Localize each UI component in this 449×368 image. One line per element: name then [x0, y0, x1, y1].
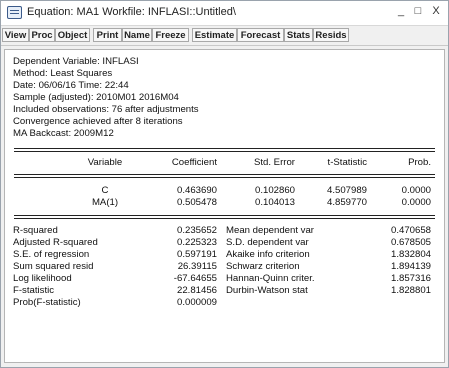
stat-label: Sum squared resid [13, 261, 94, 272]
table-rule-top-1 [14, 148, 435, 149]
stat-label: S.E. of regression [13, 249, 90, 260]
column-header-variable: Variable [87, 157, 123, 168]
method-line: Method: Least Squares [13, 68, 113, 79]
ma-backcast-line: MA Backcast: 2009M12 [13, 128, 114, 139]
observations-line: Included observations: 76 after adjustme… [13, 104, 199, 115]
maximize-icon[interactable]: □ [411, 5, 425, 17]
estimation-output[interactable]: Dependent Variable: INFLASI Method: Leas… [4, 49, 445, 363]
stat-label: Log likelihood [13, 273, 72, 284]
stat-label: R-squared [13, 225, 58, 236]
estimate-button[interactable]: Estimate [192, 28, 237, 42]
forecast-button[interactable]: Forecast [237, 28, 284, 42]
stat-value: 1.857316 [390, 273, 431, 284]
stat-value: 1.832804 [390, 249, 431, 260]
std-error-value: 0.102860 [254, 185, 295, 196]
stat-value: 1.894139 [390, 261, 431, 272]
dependent-variable-line: Dependent Variable: INFLASI [13, 56, 139, 67]
window-title: Equation: MA1 Workfile: INFLASI::Untitle… [27, 6, 236, 18]
title-bar[interactable]: Equation: MA1 Workfile: INFLASI::Untitle… [1, 1, 448, 26]
sample-line: Sample (adjusted): 2010M01 2016M04 [13, 92, 179, 103]
proc-button[interactable]: Proc [29, 28, 55, 42]
stat-label: Mean dependent var [226, 225, 315, 236]
table-rule-bottom-1 [14, 215, 435, 216]
column-header-coefficient: Coefficient [171, 157, 217, 168]
stat-value: 0.597191 [176, 249, 217, 260]
stat-value: 0.235652 [176, 225, 217, 236]
coefficient-value: 0.505478 [176, 197, 217, 208]
stats-button[interactable]: Stats [284, 28, 313, 42]
freeze-button[interactable]: Freeze [152, 28, 189, 42]
table-rule-top-2 [14, 151, 435, 152]
stat-value: 1.828801 [390, 285, 431, 296]
equation-window: Equation: MA1 Workfile: INFLASI::Untitle… [0, 0, 449, 368]
stat-label: Durbin-Watson stat [226, 285, 308, 296]
date-time-line: Date: 06/06/16 Time: 22:44 [13, 80, 129, 91]
print-button[interactable]: Print [93, 28, 122, 42]
column-header-prob: Prob. [408, 157, 431, 168]
prob-value: 0.0000 [401, 185, 431, 196]
convergence-line: Convergence achieved after 8 iterations [13, 116, 183, 127]
variable-name: C [101, 185, 109, 196]
object-button[interactable]: Object [55, 28, 90, 42]
stat-value: -67.64655 [173, 273, 217, 284]
name-button[interactable]: Name [122, 28, 152, 42]
column-header-std-error: Std. Error [253, 157, 295, 168]
column-header-t-statistic: t-Statistic [327, 157, 367, 168]
view-button[interactable]: View [2, 28, 29, 42]
resids-button[interactable]: Resids [313, 28, 349, 42]
stat-label: Schwarz criterion [226, 261, 300, 272]
table-rule-mid-1 [14, 174, 435, 175]
toolbar: View Proc Object Print Name Freeze Estim… [1, 26, 448, 46]
stat-label: Prob(F-statistic) [13, 297, 81, 308]
table-rule-bottom-2 [14, 218, 435, 219]
std-error-value: 0.104013 [254, 197, 295, 208]
stat-value: 0.678505 [390, 237, 431, 248]
table-rule-mid-2 [14, 177, 435, 178]
stat-label: Hannan-Quinn criter. [226, 273, 315, 284]
stat-label: F-statistic [13, 285, 55, 296]
t-statistic-value: 4.859770 [326, 197, 367, 208]
variable-name: MA(1) [91, 197, 119, 208]
stat-value: 26.39115 [177, 261, 217, 272]
stat-label: Akaike info criterion [226, 249, 310, 260]
stat-value: 22.81456 [176, 285, 217, 296]
coefficient-value: 0.463690 [176, 185, 217, 196]
t-statistic-value: 4.507989 [326, 185, 367, 196]
stat-value: 0.000009 [176, 297, 217, 308]
stat-value: 0.225323 [176, 237, 217, 248]
stat-label: Adjusted R-squared [13, 237, 98, 248]
stat-label: S.D. dependent var [226, 237, 309, 248]
minimize-icon[interactable]: _ [394, 5, 408, 17]
prob-value: 0.0000 [401, 197, 431, 208]
stat-value: 0.470658 [390, 225, 431, 236]
close-icon[interactable]: X [429, 5, 443, 17]
equation-window-icon [7, 6, 22, 19]
